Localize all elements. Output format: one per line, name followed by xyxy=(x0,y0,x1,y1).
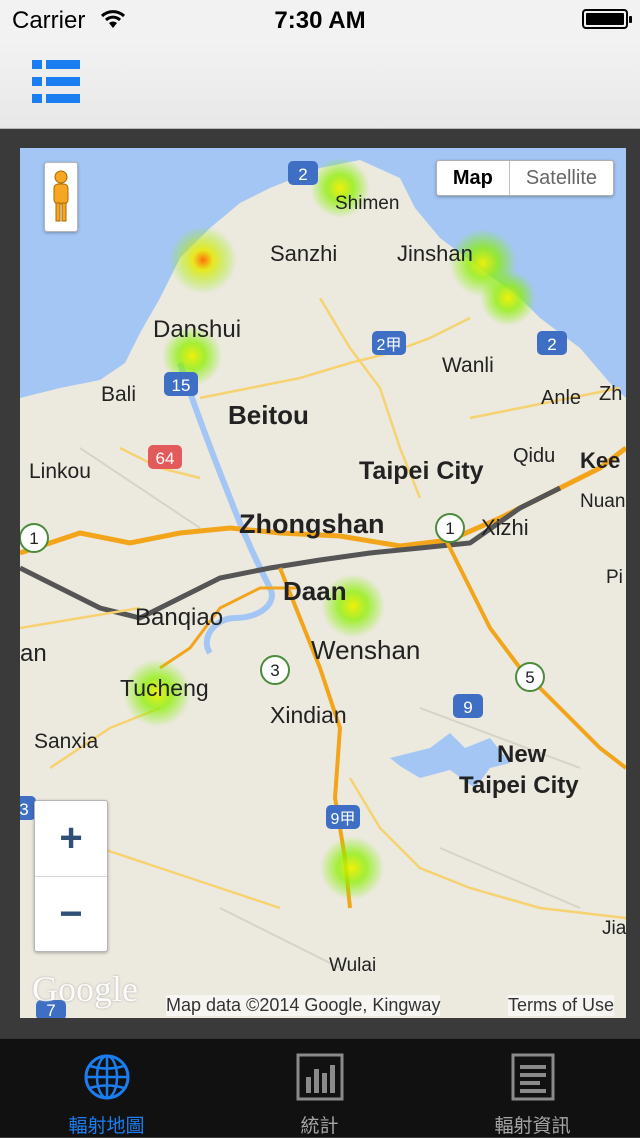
place-label: Wulai xyxy=(329,955,376,976)
place-label: Danshui xyxy=(153,316,241,343)
radiation-map[interactable]: Shimen Sanzhi Jinshan Danshui Wanli Bali… xyxy=(20,148,626,1018)
tab-bar: 輻射地圖 統計 輻射資訊 xyxy=(0,1038,640,1137)
route-shield: 9 xyxy=(453,694,483,718)
tab-radiation-info[interactable]: 輻射資訊 xyxy=(426,1039,639,1137)
clock: 7:30 AM xyxy=(274,7,366,34)
globe-icon xyxy=(84,1054,129,1100)
zoom-control: + − xyxy=(34,800,108,952)
map-canvas: Shimen Sanzhi Jinshan Danshui Wanli Bali… xyxy=(20,148,626,1018)
svg-text:15: 15 xyxy=(172,376,191,395)
svg-text:3: 3 xyxy=(20,800,29,819)
place-label: Nuan xyxy=(580,491,625,512)
svg-text:2甲: 2甲 xyxy=(377,337,402,354)
route-shield: 2 xyxy=(288,161,318,185)
zoom-in-button[interactable]: + xyxy=(35,801,107,877)
place-label: Taipei City xyxy=(459,772,579,799)
svg-text:1: 1 xyxy=(29,529,38,548)
route-shield: 9甲 xyxy=(326,805,360,829)
place-label: Daan xyxy=(283,576,347,606)
route-shield: 2 xyxy=(537,331,567,355)
place-label: Wanli xyxy=(442,354,494,377)
highway xyxy=(438,527,626,770)
map-attribution: Map data ©2014 Google, Kingway xyxy=(166,995,441,1016)
route-shield: 64 xyxy=(148,445,182,469)
place-label: Kee xyxy=(580,448,620,473)
place-label: Banqiao xyxy=(135,604,223,631)
place-label: Zh xyxy=(599,383,622,405)
svg-text:2: 2 xyxy=(298,165,307,184)
place-label: Linkou xyxy=(29,460,91,483)
place-label: Bali xyxy=(101,383,136,406)
place-label: an xyxy=(20,640,47,667)
place-label: Anle xyxy=(541,387,581,409)
svg-text:9: 9 xyxy=(463,698,472,717)
place-label: Pi xyxy=(606,567,623,588)
map-type-control: Map Satellite xyxy=(435,160,614,196)
place-label: Sanzhi xyxy=(270,241,337,266)
map-type-satellite-button[interactable]: Satellite xyxy=(510,161,613,195)
tab-label: 輻射資訊 xyxy=(494,1116,571,1137)
tab-label: 統計 xyxy=(300,1116,339,1137)
radiation-hotspot[interactable] xyxy=(320,836,384,900)
svg-text:9甲: 9甲 xyxy=(331,811,356,828)
place-label: Shimen xyxy=(335,193,399,214)
navigation-bar xyxy=(0,40,640,129)
svg-text:3: 3 xyxy=(270,661,279,680)
place-label: Beitou xyxy=(228,400,309,430)
route-shield: 3 xyxy=(260,655,290,685)
svg-text:5: 5 xyxy=(525,668,534,687)
google-logo[interactable]: Google xyxy=(32,968,138,1010)
list-icon[interactable] xyxy=(32,60,80,104)
place-label: Xizhi xyxy=(481,515,529,540)
place-label: Qidu xyxy=(513,445,555,467)
route-shield: 1 xyxy=(20,523,49,553)
svg-text:1: 1 xyxy=(445,519,454,538)
route-shield: 2甲 xyxy=(372,331,406,355)
svg-text:2: 2 xyxy=(547,335,556,354)
route-shield: 1 xyxy=(435,513,465,543)
place-label: Taipei City xyxy=(359,457,484,485)
place-label: Jinshan xyxy=(397,241,473,266)
map-type-map-button[interactable]: Map xyxy=(437,161,510,195)
route-shield: 15 xyxy=(164,372,198,396)
place-label: Wenshan xyxy=(311,635,420,665)
bar-chart-icon xyxy=(296,1053,343,1101)
radiation-hotspot[interactable] xyxy=(480,270,536,326)
place-label: Sanxia xyxy=(34,730,99,753)
document-icon xyxy=(511,1053,554,1101)
place-label: New xyxy=(497,741,547,768)
tab-radiation-map[interactable]: 輻射地圖 xyxy=(0,1039,213,1137)
pegman-icon[interactable] xyxy=(44,162,78,232)
terms-of-use-link[interactable]: Terms of Use xyxy=(507,995,614,1016)
status-bar: Carrier 7:30 AM xyxy=(0,0,640,40)
radiation-hotspot[interactable] xyxy=(169,226,237,294)
svg-text:64: 64 xyxy=(156,449,175,468)
place-label: Xindian xyxy=(270,702,347,728)
place-label: Jia xyxy=(602,918,626,939)
tab-statistics[interactable]: 統計 xyxy=(213,1039,426,1137)
zoom-out-button[interactable]: − xyxy=(35,877,107,952)
battery-icon xyxy=(582,9,632,29)
place-label: Zhongshan xyxy=(239,509,384,539)
tab-label: 輻射地圖 xyxy=(68,1116,145,1137)
place-label: Tucheng xyxy=(120,675,209,701)
route-shield: 5 xyxy=(515,662,545,692)
